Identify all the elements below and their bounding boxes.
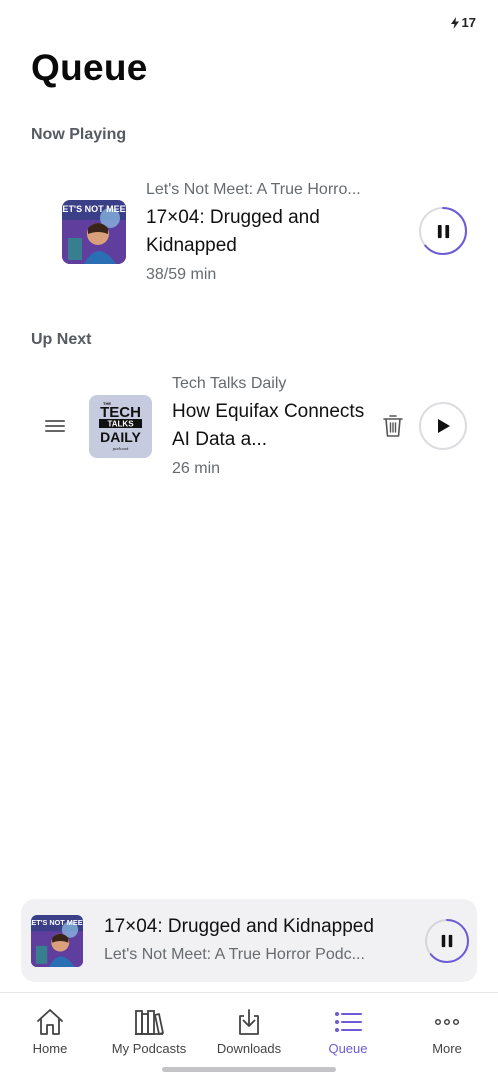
mini-pause-button[interactable]: [425, 919, 469, 963]
queue-item-podcast-name: Tech Talks Daily: [172, 375, 287, 392]
artwork-text: podcast: [113, 446, 129, 451]
tab-downloads-label: Downloads: [216, 1041, 282, 1056]
tab-my-podcasts-label: My Podcasts: [111, 1041, 187, 1056]
queue-item-duration: 26 min: [172, 460, 221, 477]
mini-player[interactable]: LET'S NOT MEET 17×04: Drugged and Kidnap…: [21, 899, 477, 982]
mini-player-subtitle: Let's Not Meet: A True Horror Podc...: [104, 946, 365, 963]
tab-home-label: Home: [32, 1041, 68, 1056]
download-icon: [239, 1009, 259, 1035]
page-title: Queue: [31, 47, 148, 88]
pause-button[interactable]: [419, 207, 467, 255]
progress-ring: [425, 919, 469, 963]
artwork-text: TECH: [100, 404, 141, 421]
now-playing-podcast-name: Let's Not Meet: A True Horro...: [146, 181, 361, 198]
home-indicator: [162, 1067, 336, 1072]
now-playing-episode-title: 17×04: Drugged and Kidnapped: [146, 207, 320, 256]
queue-item-artwork: THE TECH TALKS DAILY podcast: [89, 395, 152, 458]
tab-more-label: More: [432, 1041, 462, 1056]
artwork-text: TALKS: [107, 420, 134, 429]
queue-icon: [335, 1012, 362, 1032]
mini-player-artwork: LET'S NOT MEET: [31, 915, 83, 967]
play-icon: [438, 419, 450, 433]
battery-indicator: 17: [450, 15, 476, 30]
up-next-heading: Up Next: [31, 331, 92, 348]
artwork-text: LET'S NOT MEET: [31, 918, 83, 927]
home-icon: [37, 1009, 63, 1035]
mini-player-title: 17×04: Drugged and Kidnapped: [104, 916, 374, 937]
battery-level: 17: [461, 15, 476, 30]
progress-ring: [419, 207, 467, 255]
trash-icon[interactable]: [383, 414, 403, 438]
tab-queue[interactable]: Queue: [298, 993, 398, 1063]
more-icon: [434, 1018, 460, 1026]
artwork-text: LET'S NOT MEET: [62, 204, 126, 214]
tab-my-podcasts[interactable]: My Podcasts: [99, 993, 199, 1063]
tab-downloads[interactable]: Downloads: [199, 993, 299, 1063]
tab-queue-label: Queue: [328, 1041, 368, 1056]
now-playing-artwork: LET'S NOT MEET: [62, 200, 126, 264]
now-playing-heading: Now Playing: [31, 126, 127, 143]
play-button[interactable]: [419, 402, 467, 450]
tab-home[interactable]: Home: [0, 993, 100, 1063]
tab-more[interactable]: More: [397, 993, 497, 1063]
library-icon: [135, 1010, 164, 1035]
status-bar: 17: [0, 0, 498, 44]
now-playing-duration: 38/59 min: [146, 266, 217, 283]
artwork-text: DAILY: [100, 429, 141, 445]
drag-handle-icon[interactable]: [45, 419, 65, 433]
charging-icon: [450, 16, 459, 29]
queue-item-episode-title: How Equifax Connects AI Data a...: [172, 401, 365, 450]
